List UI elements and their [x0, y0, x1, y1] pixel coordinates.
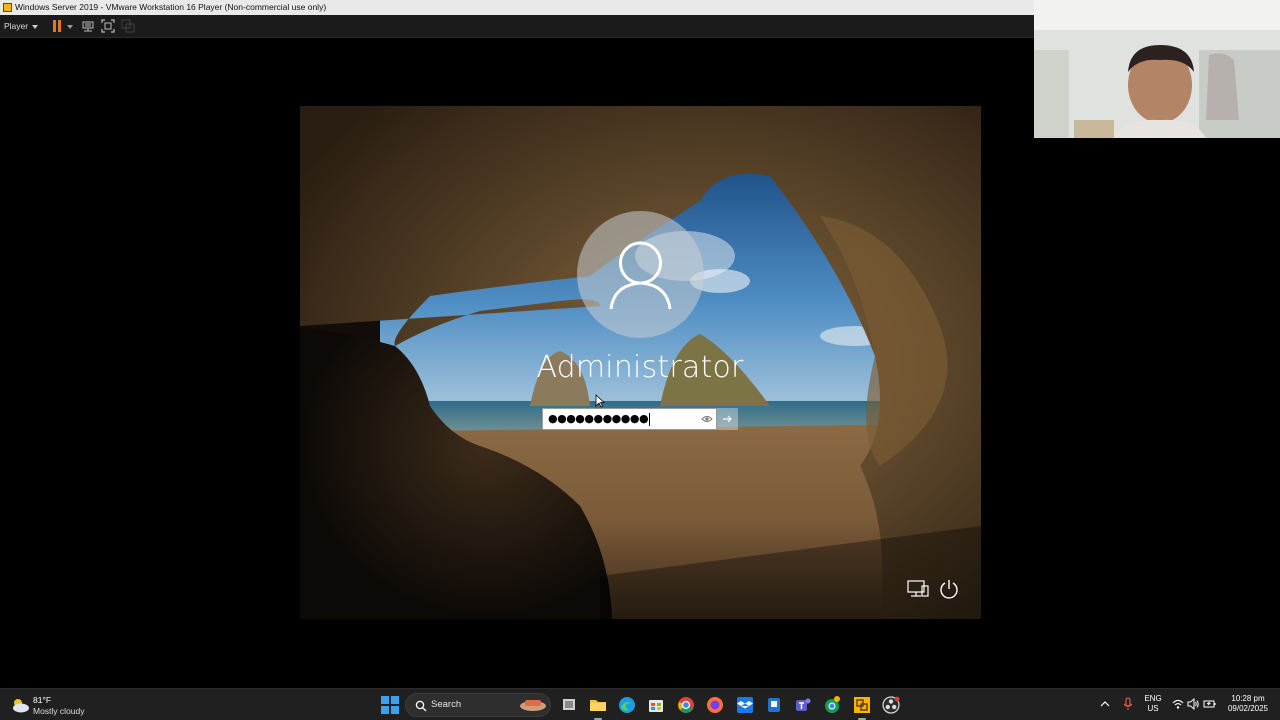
- mouse-cursor-icon: [595, 394, 605, 408]
- app-icon[interactable]: [764, 695, 784, 715]
- teams-icon[interactable]: [793, 695, 813, 715]
- language-code: ENG: [1144, 694, 1162, 703]
- user-avatar: [577, 211, 704, 338]
- edge-icon[interactable]: [617, 695, 637, 715]
- search-icon: [415, 700, 427, 712]
- start-icon[interactable]: [381, 696, 399, 714]
- file-explorer-icon[interactable]: [588, 695, 608, 720]
- unity-icon[interactable]: [121, 19, 135, 33]
- weather-widget[interactable]: 81°F Mostly cloudy: [10, 693, 110, 717]
- wifi-icon[interactable]: [1172, 698, 1184, 710]
- battery-icon[interactable]: [1203, 698, 1216, 710]
- search-highlight-icon: [520, 700, 546, 711]
- chevron-up-icon[interactable]: [1100, 700, 1110, 708]
- power-icon[interactable]: [938, 578, 960, 600]
- password-group: ●●●●●●●●●●●: [542, 408, 738, 430]
- dropbox-icon[interactable]: [735, 695, 755, 715]
- task-view-icon[interactable]: [559, 695, 579, 715]
- vmware-icon[interactable]: [852, 695, 872, 720]
- weather-condition: Mostly cloudy: [33, 706, 85, 716]
- volume-icon[interactable]: [1187, 698, 1199, 710]
- chrome-icon[interactable]: [676, 695, 696, 715]
- system-clock[interactable]: 10:28 pm 09/02/2025: [1222, 694, 1274, 714]
- fullscreen-icon[interactable]: [101, 19, 115, 33]
- window-title: Windows Server 2019 - VMware Workstation…: [15, 2, 327, 12]
- vmware-toolbar: Player: [0, 15, 1034, 38]
- password-input[interactable]: ●●●●●●●●●●●: [542, 408, 717, 430]
- network-icon[interactable]: [907, 579, 929, 599]
- chrome-profile-icon[interactable]: [822, 695, 842, 715]
- user-name-heading: Administrator: [536, 350, 744, 385]
- submit-button[interactable]: [717, 408, 738, 430]
- webcam-overlay: [1034, 0, 1280, 138]
- vmware-app-icon: [3, 3, 12, 12]
- obs-icon[interactable]: [881, 695, 901, 715]
- user-avatar-icon: [609, 241, 672, 310]
- clock-time: 10:28 pm: [1231, 694, 1265, 703]
- language-indicator[interactable]: ENG US: [1140, 694, 1166, 714]
- host-taskbar: 81°F Mostly cloudy Search ENG US 10:28 p…: [0, 688, 1280, 720]
- cloudy-weather-icon: [13, 699, 29, 713]
- password-masked-value: ●●●●●●●●●●●: [548, 412, 649, 425]
- vmware-title-bar: Windows Server 2019 - VMware Workstation…: [0, 0, 1034, 15]
- store-icon[interactable]: [646, 695, 666, 715]
- firefox-icon[interactable]: [705, 695, 725, 715]
- submit-arrow-icon: [723, 415, 732, 423]
- screen: Windows Server 2019 - VMware Workstation…: [0, 0, 1280, 720]
- text-caret: [649, 412, 651, 426]
- keyboard-region: US: [1147, 704, 1159, 713]
- player-menu-label: Player: [4, 21, 29, 31]
- player-menu-button[interactable]: Player: [4, 20, 39, 32]
- reveal-password-icon[interactable]: [701, 413, 713, 425]
- clock-date: 09/02/2025: [1227, 704, 1269, 713]
- chevron-down-icon: [32, 24, 39, 29]
- dropdown-caret-icon[interactable]: [67, 25, 73, 29]
- taskbar-search[interactable]: Search: [405, 693, 551, 717]
- search-label: Search: [431, 699, 462, 710]
- weather-temperature: 81°F: [33, 695, 52, 705]
- network-adapter-icon[interactable]: [81, 19, 95, 33]
- microphone-icon[interactable]: [1123, 697, 1133, 711]
- webcam-feed: [1034, 0, 1280, 138]
- pause-icon[interactable]: [52, 20, 62, 32]
